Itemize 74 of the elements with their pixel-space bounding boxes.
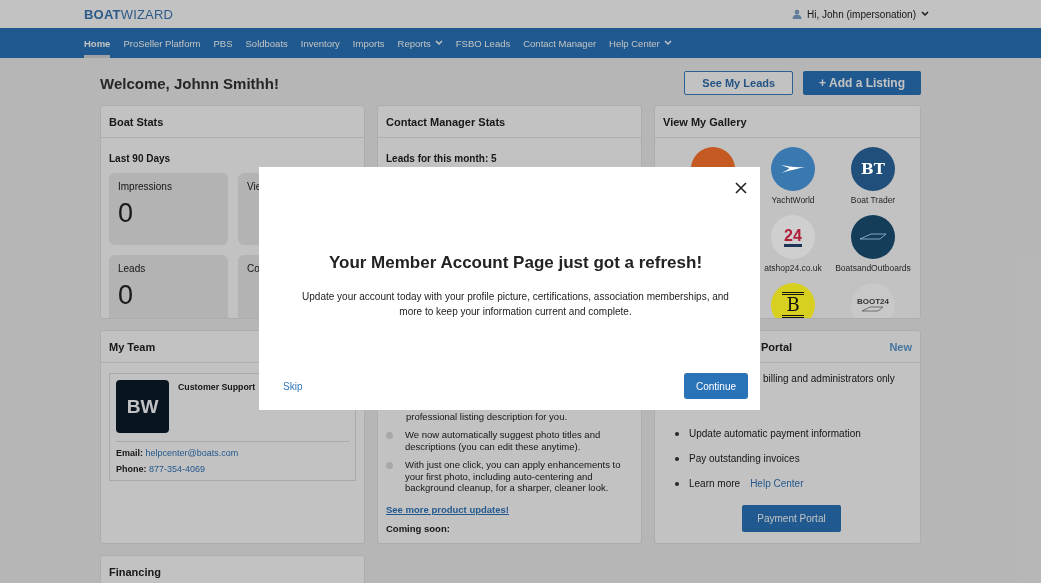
new-label: New: [889, 340, 912, 353]
site-logo[interactable]: 24: [771, 215, 815, 259]
payment-item: Update automatic payment information: [689, 428, 861, 439]
card-title: Portal: [761, 340, 793, 353]
add-listing-button[interactable]: + Add a Listing: [803, 71, 921, 95]
user-icon: [792, 9, 803, 19]
nav-item[interactable]: Reports: [397, 28, 443, 58]
card-title: Boat Stats: [109, 115, 164, 128]
boat-icon: [861, 306, 885, 313]
site-logo[interactable]: B: [771, 283, 815, 318]
bullet-icon: [675, 456, 679, 461]
payment-intro: billing and administrators only: [762, 373, 896, 384]
welcome-heading: Welcome, Johnn Smithh!: [100, 74, 279, 92]
site-logo[interactable]: [851, 215, 895, 259]
site-label: BoatsandOutboards: [835, 263, 911, 273]
see-leads-button[interactable]: See My Leads: [684, 71, 794, 95]
logo[interactable]: BOATWIZARD: [84, 6, 174, 22]
bullet-icon: [675, 481, 679, 486]
team-name: Customer Support: [178, 382, 256, 394]
site-label: atshop24.co.uk: [764, 263, 822, 273]
update-text: With just one click, you can apply enhancements to your first photo, including auto-centering and background cleanup, for a sharper, cleaner look.: [405, 459, 622, 494]
nav-item[interactable]: Contact Manager: [523, 28, 597, 58]
stat-label: Leads: [118, 263, 146, 274]
help-center-link[interactable]: Help Center: [750, 478, 804, 489]
card-title: View My Gallery: [663, 115, 747, 128]
nav-item[interactable]: ProSeller Platform: [123, 28, 201, 58]
site-logo[interactable]: BT: [851, 147, 895, 191]
phone-link[interactable]: 877-354-4069: [149, 464, 206, 474]
nav-item[interactable]: PBS: [213, 28, 233, 58]
payment-portal-button[interactable]: Payment Portal: [742, 505, 841, 532]
card-title: Contact Manager Stats: [386, 115, 506, 128]
update-text: professional listing description for you.: [405, 411, 569, 423]
card-title: My Team: [109, 340, 156, 353]
logo-text: BT: [861, 160, 885, 178]
boat-icon: [859, 233, 887, 241]
email-link[interactable]: helpcenter@boats.com: [145, 448, 239, 458]
nav-item[interactable]: FSBO Leads: [455, 28, 511, 58]
period-label: Last 90 Days: [109, 153, 171, 164]
updates-link[interactable]: See more product updates!: [386, 504, 509, 516]
update-text: We now automatically suggest photo titles and descriptions (you can edit these anytime).: [405, 429, 602, 453]
payment-item: Pay outstanding invoices: [689, 453, 800, 464]
stat-value: 0: [118, 280, 134, 311]
nav-item[interactable]: Home: [84, 28, 111, 58]
logo-text: BOOT24: [857, 297, 889, 306]
logo-text: 24: [784, 227, 802, 247]
skip-link[interactable]: Skip: [283, 380, 303, 392]
email-label: Email:: [116, 448, 143, 458]
nav-item[interactable]: Imports: [352, 28, 385, 58]
dialog-title: Your Member Account Page just got a refresh!: [328, 253, 703, 273]
dialog-message: Update your account today with your profile picture, certifications, association memberships, and more to keep your information current and complete.: [301, 290, 730, 319]
bullet-icon: [386, 462, 393, 470]
caret-icon: [921, 11, 929, 17]
payment-item: Learn more: [689, 478, 741, 489]
bullet-icon: [386, 432, 393, 440]
bullet-icon: [675, 431, 679, 436]
leads-count: Leads for this month: 5: [386, 153, 497, 164]
team-logo: BW: [116, 380, 169, 433]
close-icon: [734, 181, 748, 195]
user-menu[interactable]: Hi, John (impersonation): [807, 8, 916, 20]
card-title: Financing: [109, 565, 161, 578]
logo-text: B: [782, 292, 804, 318]
site-logo[interactable]: BOOT24: [851, 283, 895, 318]
close-button[interactable]: [734, 181, 748, 195]
continue-button[interactable]: Continue: [683, 373, 748, 399]
site-label: Boat Trader: [850, 195, 896, 205]
phone-label: Phone:: [116, 464, 147, 474]
stat-label: Impressions: [118, 181, 172, 192]
stat-value: 0: [118, 198, 134, 229]
nav-item[interactable]: Help Center: [609, 28, 672, 58]
coming-soon-label: Coming soon:: [386, 522, 451, 535]
nav-item[interactable]: Inventory: [300, 28, 340, 58]
site-label: YachtWorld: [771, 195, 815, 205]
stat-label: Co: [247, 263, 260, 274]
nav-item[interactable]: Soldboats: [245, 28, 288, 58]
